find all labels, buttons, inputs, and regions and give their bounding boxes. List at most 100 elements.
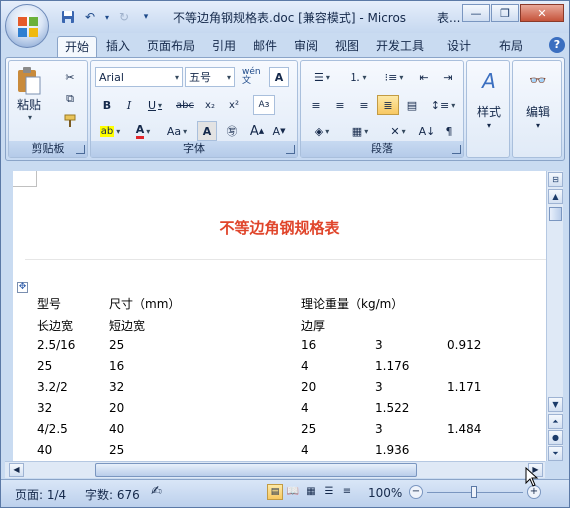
horizontal-scroll-thumb[interactable]	[95, 463, 417, 477]
increase-indent-icon[interactable]: ⇥	[437, 67, 459, 87]
show-marks-icon[interactable]: ¶	[439, 121, 459, 141]
char-shading-icon[interactable]: A	[197, 121, 217, 141]
draft-view-icon[interactable]: ≡	[339, 484, 355, 500]
table-cell: 0.912	[447, 338, 482, 352]
table-cell: 16	[301, 338, 317, 352]
font-launcher-icon[interactable]	[286, 145, 295, 154]
font-name-select[interactable]: Arial ▾	[95, 67, 183, 87]
paste-dropdown-icon[interactable]: ▾	[28, 113, 32, 122]
next-page-icon[interactable]: ⏷	[548, 446, 563, 461]
bold-icon[interactable]: B	[97, 95, 117, 115]
tab-developer[interactable]: 开发工具	[369, 36, 431, 57]
scroll-left-icon[interactable]: ◀	[9, 463, 24, 477]
shading-icon[interactable]: ◈ ▾	[305, 121, 339, 141]
underline-icon[interactable]: U ▾	[141, 95, 169, 115]
minimize-icon[interactable]: —	[462, 4, 490, 22]
styles-label: 样式	[476, 105, 501, 119]
styles-group[interactable]: A 样式 ▾	[466, 60, 510, 158]
page-count[interactable]: 页面: 1/4	[15, 486, 66, 503]
view-buttons: ▤ 📖 ▦ ☰ ≡	[267, 484, 355, 500]
phonetic-guide-button[interactable]: wén 文	[241, 67, 265, 87]
subscript-icon[interactable]: x₂	[199, 95, 221, 115]
undo-dropdown-icon[interactable]: ▾	[103, 8, 111, 26]
format-painter-icon[interactable]	[59, 111, 81, 131]
help-icon[interactable]: ?	[549, 37, 565, 53]
vertical-scroll-thumb[interactable]	[549, 207, 562, 221]
justify-icon[interactable]: ≣	[377, 95, 399, 115]
tab-review[interactable]: 审阅	[287, 36, 325, 57]
distributed-icon[interactable]: ▤	[401, 95, 423, 115]
paragraph-launcher-icon[interactable]	[452, 145, 461, 154]
grow-font-icon[interactable]: A ▲	[247, 121, 267, 141]
chinese-layout-icon[interactable]: ✕ ▾	[381, 121, 415, 141]
tab-design[interactable]: 设计	[440, 36, 478, 57]
prev-page-icon[interactable]: ⏶	[548, 414, 563, 429]
horizontal-scrollbar[interactable]: ◀ ▶	[5, 461, 545, 478]
customize-qat-icon[interactable]: ▾	[137, 8, 155, 26]
borders-icon[interactable]: ▦ ▾	[343, 121, 377, 141]
table-cell: 1.171	[447, 380, 482, 394]
zoom-level[interactable]: 100%	[368, 486, 402, 500]
font-size-value: 五号	[189, 71, 211, 84]
proofing-icon[interactable]: ✍	[151, 484, 162, 499]
font-name-value: Arial	[99, 70, 124, 84]
paste-button[interactable]: 粘贴 ▾	[13, 65, 45, 123]
undo-icon[interactable]: ↶	[81, 8, 99, 26]
save-icon[interactable]	[59, 8, 77, 26]
word-count[interactable]: 字数: 676	[85, 486, 140, 503]
vertical-scrollbar[interactable]: ⊟ ▲ ▼ ⏶ ● ⏷	[546, 171, 563, 461]
table-cell: 40	[109, 422, 125, 436]
align-right-icon[interactable]: ≡	[353, 95, 375, 115]
enclose-char-icon[interactable]: ㊢	[221, 121, 243, 141]
decrease-indent-icon[interactable]: ⇤	[413, 67, 435, 87]
highlight-icon[interactable]: ab ▾	[95, 121, 125, 141]
zoom-slider-thumb[interactable]	[471, 486, 477, 498]
font-color-icon[interactable]: A ▾	[129, 121, 157, 141]
redo-icon[interactable]: ↻	[115, 8, 133, 26]
office-button[interactable]	[5, 4, 49, 48]
office-logo-icon	[18, 17, 38, 37]
char-border-button[interactable]: A	[269, 67, 289, 87]
tab-layout[interactable]: 布局	[492, 36, 530, 57]
editing-group[interactable]: 👓 编辑 ▾	[512, 60, 562, 158]
scroll-up-icon[interactable]: ▲	[548, 189, 563, 204]
align-left-icon[interactable]: ≡	[305, 95, 327, 115]
line-spacing-icon[interactable]: ↕≡ ▾	[427, 95, 459, 115]
copy-icon[interactable]: ⧉	[59, 89, 81, 109]
shrink-font-icon[interactable]: A ▼	[269, 121, 289, 141]
numbering-icon[interactable]: ⒈ ▾	[341, 67, 375, 87]
superscript-icon[interactable]: x²	[223, 95, 245, 115]
clear-format-icon[interactable]: Aɜ	[253, 95, 275, 115]
tab-insert[interactable]: 插入	[99, 36, 137, 57]
table-cell: 3	[375, 338, 383, 352]
bullets-icon[interactable]: ☰ ▾	[305, 67, 339, 87]
close-icon[interactable]: ✕	[520, 4, 564, 22]
multilevel-list-icon[interactable]: ⁝≡ ▾	[377, 67, 411, 87]
text-boundary-marker	[13, 171, 37, 187]
table-move-handle-icon[interactable]: ✥	[17, 282, 28, 293]
strikethrough-icon[interactable]: abc	[173, 95, 197, 115]
tab-home[interactable]: 开始	[57, 36, 98, 57]
font-size-select[interactable]: 五号 ▾	[185, 67, 235, 87]
italic-icon[interactable]: I	[119, 95, 139, 115]
change-case-icon[interactable]: Aa ▾	[161, 121, 193, 141]
sort-icon[interactable]: A↓	[417, 121, 437, 141]
restore-icon[interactable]: ❐	[491, 4, 519, 22]
browse-object-icon[interactable]: ●	[548, 430, 563, 445]
tab-page-layout[interactable]: 页面布局	[140, 36, 202, 57]
print-layout-view-icon[interactable]: ▤	[267, 484, 283, 500]
tab-view[interactable]: 视图	[328, 36, 366, 57]
align-center-icon[interactable]: ≡	[329, 95, 351, 115]
zoom-out-icon[interactable]: −	[409, 485, 423, 499]
tab-mailings[interactable]: 邮件	[246, 36, 284, 57]
tab-references[interactable]: 引用	[205, 36, 243, 57]
scroll-down-icon[interactable]: ▼	[548, 397, 563, 412]
outline-view-icon[interactable]: ☰	[321, 484, 337, 500]
cut-icon[interactable]: ✂	[59, 67, 81, 87]
clipboard-launcher-icon[interactable]	[76, 145, 85, 154]
ruler-toggle-icon[interactable]: ⊟	[548, 172, 563, 187]
web-view-icon[interactable]: ▦	[303, 484, 319, 500]
reading-view-icon[interactable]: 📖	[285, 484, 301, 500]
document-page[interactable]: 不等边角钢规格表 ✥ 型号 尺寸（mm） 理论重量（kg/m） 长边宽 短边宽 …	[13, 171, 546, 461]
table-cell: 32	[37, 401, 53, 415]
